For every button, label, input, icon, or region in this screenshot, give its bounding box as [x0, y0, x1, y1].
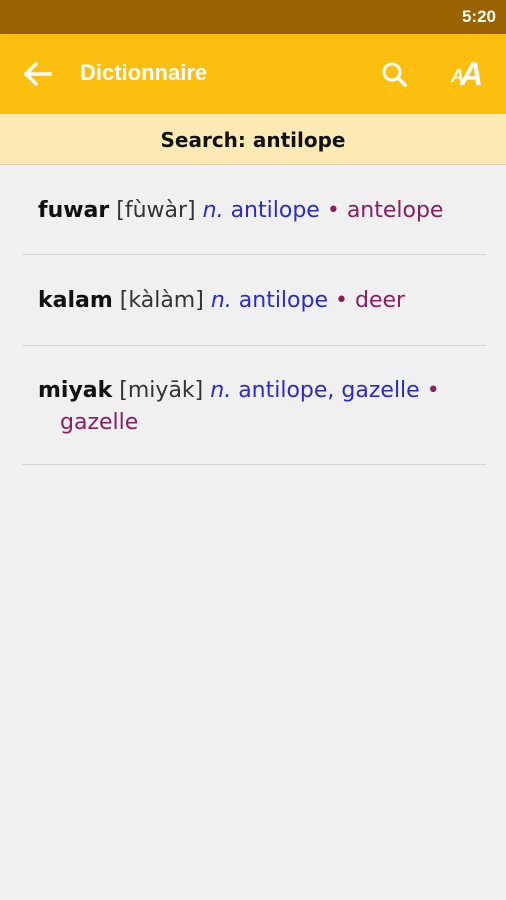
- status-bar: 5:20: [0, 0, 506, 34]
- arrow-left-icon: [23, 61, 52, 87]
- font-size-button[interactable]: A A: [446, 52, 494, 96]
- search-button[interactable]: [370, 52, 418, 96]
- entry-bullet: •: [335, 288, 348, 313]
- entry-bullet: •: [326, 198, 340, 223]
- entry-gloss: antilope, gazelle: [238, 378, 420, 403]
- entry-word: kalam: [38, 288, 113, 313]
- list-item[interactable]: kalam [kàlàm] n. antilope • deer: [22, 255, 486, 346]
- page-title: Dictionnaire: [80, 60, 208, 85]
- list-item[interactable]: miyak [miyāk] n. antilope, gazelle • gaz…: [22, 346, 486, 465]
- entry-part-of-speech: n.: [210, 378, 232, 403]
- entry-translation: deer: [355, 288, 406, 313]
- search-icon: [382, 62, 407, 87]
- app-bar: Dictionnaire A A: [0, 34, 506, 114]
- entry-translation: antelope: [346, 198, 444, 223]
- entry-pronunciation: [fùwàr]: [116, 198, 196, 223]
- list-item[interactable]: fuwar [fùwàr] n. antilope • antelope: [22, 165, 486, 255]
- font-size-icon-big: A: [460, 56, 484, 92]
- entry-pronunciation: [miyāk]: [119, 378, 204, 403]
- entry-pronunciation: [kàlàm]: [119, 288, 204, 313]
- entry-part-of-speech: n.: [210, 288, 232, 313]
- back-button[interactable]: [14, 52, 62, 96]
- entry-line: miyak [miyāk] n. antilope, gazelle •: [38, 375, 468, 407]
- entry-translation: gazelle: [60, 410, 139, 435]
- status-time: 5:20: [461, 7, 496, 26]
- search-banner: Search: antilope: [0, 114, 506, 165]
- entry-bullet: •: [426, 378, 440, 403]
- entry-part-of-speech: n.: [202, 198, 224, 223]
- entry-gloss: antilope: [238, 288, 329, 313]
- entry-line-continued: gazelle: [38, 407, 468, 439]
- entry-word: fuwar: [38, 198, 110, 223]
- entry-gloss: antilope: [230, 198, 320, 223]
- entry-word: miyak: [38, 378, 113, 403]
